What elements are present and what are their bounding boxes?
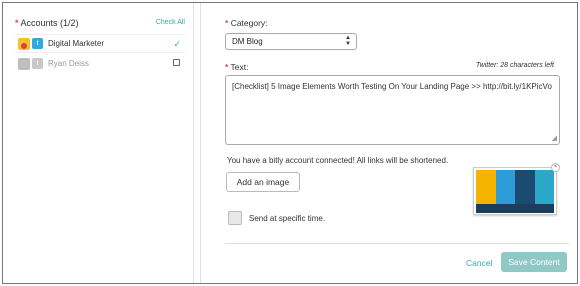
compose-panel: * Accounts (1/2) Check All t Digital Mar… [2, 2, 578, 284]
checkmark-icon[interactable]: ✓ [173, 39, 181, 50]
attached-image-thumbnail[interactable]: × [473, 163, 560, 215]
twitter-icon: t [32, 38, 43, 49]
twitter-character-counter: Twitter: 28 characters left [475, 62, 554, 69]
required-marker: * [15, 18, 19, 28]
thumbnail-caption-bar [476, 204, 554, 213]
account-row-ryan-deiss[interactable]: t Ryan Deiss [15, 54, 185, 73]
category-select[interactable]: DM Blog ▲ ▼ [225, 33, 357, 50]
category-value: DM Blog [232, 37, 263, 46]
check-all-link[interactable]: Check All [156, 19, 185, 26]
avatar [18, 37, 30, 50]
category-label: * Category: [225, 18, 268, 28]
twitter-icon: t [32, 58, 43, 69]
account-checkbox[interactable] [173, 59, 180, 66]
avatar [18, 57, 30, 70]
send-specific-time-label: Send at specific time. [249, 214, 326, 223]
accounts-title: * Accounts (1/2) [15, 18, 79, 28]
remove-image-icon[interactable]: × [551, 163, 560, 172]
add-image-button[interactable]: Add an image [226, 172, 300, 192]
account-row-digital-marketer[interactable]: t Digital Marketer ✓ [15, 34, 185, 53]
send-specific-time-checkbox[interactable] [228, 211, 242, 225]
accounts-header: * Accounts (1/2) Check All [15, 18, 185, 30]
resize-grip-icon[interactable]: ◢ [552, 135, 557, 142]
content-text: [Checklist] 5 Image Elements Worth Testi… [232, 82, 552, 91]
account-name: Digital Marketer [48, 39, 105, 48]
content-textarea[interactable]: [Checklist] 5 Image Elements Worth Testi… [225, 75, 560, 145]
select-arrows-icon: ▲ ▼ [345, 35, 351, 47]
bitly-notice: You have a bitly account connected! All … [227, 156, 449, 165]
footer-divider [225, 243, 569, 244]
account-name: Ryan Deiss [48, 59, 89, 68]
save-content-button[interactable]: Save Content [501, 252, 567, 272]
panel-divider [200, 3, 201, 283]
text-label: * Text: [225, 62, 249, 72]
thumbnail-image [476, 170, 554, 204]
cancel-button[interactable]: Cancel [466, 258, 492, 268]
accounts-panel: * Accounts (1/2) Check All t Digital Mar… [3, 3, 194, 283]
